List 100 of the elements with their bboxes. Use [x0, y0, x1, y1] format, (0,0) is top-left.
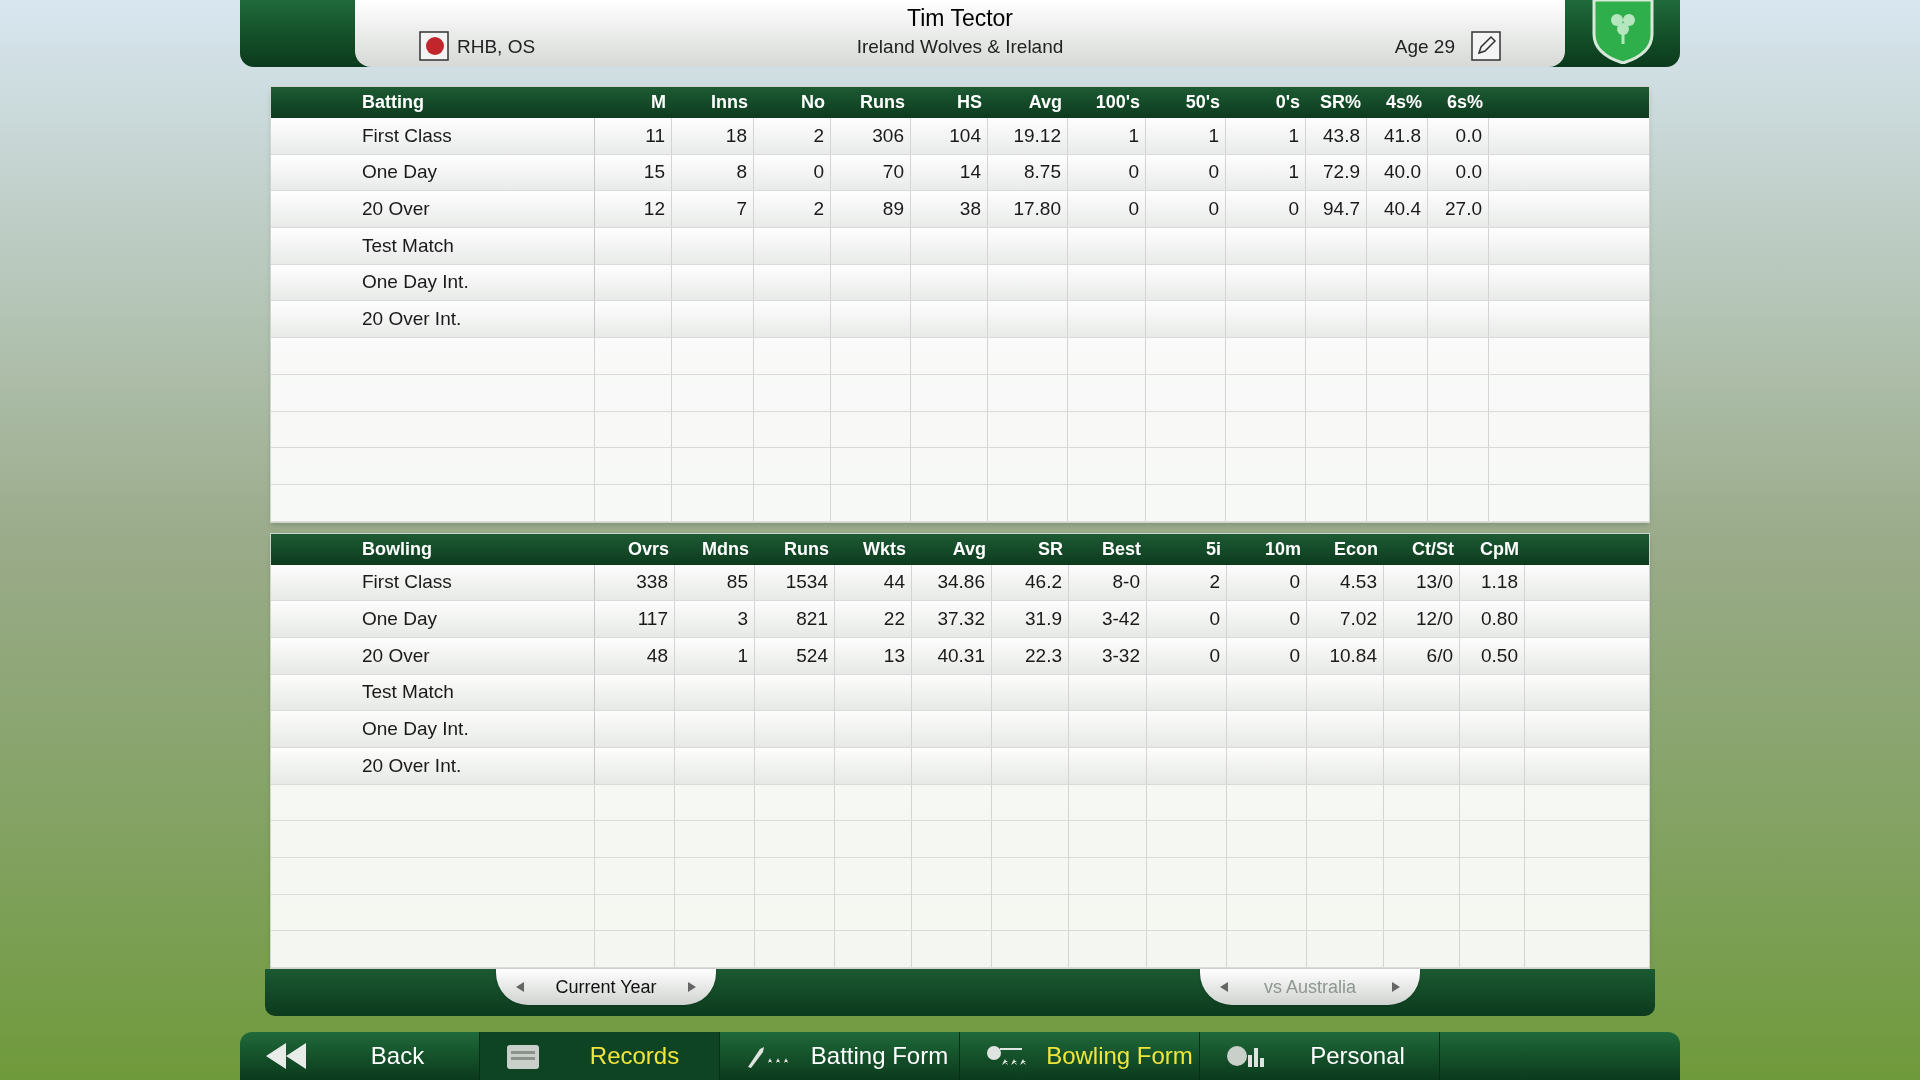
table-cell-text: 1 [1128, 123, 1139, 148]
right-arrow-icon[interactable] [688, 982, 696, 993]
column-header: SR [1037, 537, 1064, 561]
column-header: Best [1101, 537, 1142, 561]
selector-label: vs Australia [1263, 975, 1356, 999]
column-header: Ct/St [1411, 537, 1455, 561]
table-cell-text: 1534 [785, 570, 828, 595]
table-cell-text: 0 [1208, 160, 1219, 185]
row-label: One Day Int. [271, 711, 595, 747]
table-cell-text: 0.0 [1455, 123, 1482, 148]
table-cell-text: 14 [959, 160, 981, 185]
table-cell-text: 306 [872, 123, 904, 148]
column-header: Batting [361, 91, 425, 114]
column-header: Wkts [862, 537, 907, 561]
table-cell-text: 38 [959, 196, 981, 221]
table-cell-text: 94.7 [1323, 196, 1360, 221]
table-cell-text: 13/0 [1416, 570, 1453, 595]
table-cell-text: 6/0 [1426, 643, 1453, 668]
table-cell-text: 2 [813, 196, 824, 221]
table-cell-text: 0.0 [1455, 160, 1482, 185]
table-cell-text: 0 [1288, 196, 1299, 221]
table-cell-text: 34.86 [937, 570, 985, 595]
table-cell-text: 27.0 [1445, 196, 1482, 221]
column-header: 6s% [1445, 91, 1484, 114]
table-cell-text: 7.02 [1340, 606, 1377, 631]
table-cell-text: 1 [1288, 123, 1299, 148]
nav-tab[interactable]: Records [480, 1032, 720, 1080]
table-cell-text: 0 [1128, 196, 1139, 221]
column-header: 0's [1274, 91, 1301, 114]
table-cell-text: 0.80 [1481, 606, 1518, 631]
age-text: Age 29 [1394, 34, 1455, 59]
table-cell-text: 46.2 [1025, 570, 1062, 595]
nav-tab[interactable]: Back [240, 1032, 480, 1080]
table-cell-text: 1 [737, 643, 748, 668]
table-cell-text: 0 [1209, 606, 1220, 631]
shamrock-shield-icon [1591, 0, 1654, 64]
row-label: 20 Over [271, 191, 595, 228]
table-cell-text: 13 [883, 643, 905, 668]
table-cell-text: 10.84 [1329, 643, 1377, 668]
column-header: Inns [710, 91, 749, 114]
table-cell-text: 72.9 [1323, 160, 1360, 185]
table-cell-text: 0 [1209, 643, 1220, 668]
table-cell-text: 22.3 [1025, 643, 1062, 668]
nav-tab[interactable]: Bowling Form [960, 1032, 1200, 1080]
column-header: Runs [783, 537, 830, 561]
column-header: Ovrs [626, 537, 670, 561]
handedness-text: RHB, OS [457, 34, 536, 59]
table-cell-text: 1.18 [1481, 570, 1518, 595]
table-cell-text: 48 [646, 643, 668, 668]
table-cell-text: 2 [1209, 570, 1220, 595]
table-cell-text: 0 [1128, 160, 1139, 185]
column-header: 100's [1094, 91, 1141, 114]
nav-tab[interactable]: Batting Form [720, 1032, 960, 1080]
row-label: First Class [271, 564, 595, 601]
table-cell-text: 0.50 [1481, 643, 1518, 668]
table-cell-text: 8-0 [1112, 570, 1140, 595]
table-cell-text: 15 [643, 160, 665, 185]
table-cell-text: 22 [883, 606, 905, 631]
column-header: Runs [859, 91, 906, 114]
nav-tab[interactable]: Personal [1200, 1032, 1440, 1080]
folder-icon [506, 1042, 540, 1070]
selector-label: Current Year [555, 975, 657, 999]
table-cell-text: 85 [726, 570, 748, 595]
table-cell-text: 1 [1208, 123, 1219, 148]
row-label: 20 Over Int. [271, 748, 595, 784]
table-cell-text: 40.0 [1384, 160, 1421, 185]
table-cell-text: 3-32 [1101, 643, 1140, 668]
column-header: Mdns [701, 537, 750, 561]
row-label: 20 Over [271, 637, 595, 674]
table-cell-text: 821 [796, 606, 828, 631]
column-header: Avg [1027, 91, 1063, 114]
table-cell-text: 4.53 [1340, 570, 1377, 595]
table-cell-text: 40.31 [937, 643, 985, 668]
left-arrow-icon[interactable] [516, 982, 524, 993]
table-cell-text: 41.8 [1384, 123, 1421, 148]
column-header: HS [956, 91, 983, 114]
table-cell-text: 18 [725, 123, 747, 148]
table-cell-text: 11 [645, 123, 665, 148]
column-header: M [650, 91, 667, 114]
table-cell-text: 338 [636, 570, 668, 595]
table-cell-text: 1 [1288, 160, 1299, 185]
globe-chart-icon [1226, 1043, 1266, 1069]
column-header: Avg [951, 537, 987, 561]
edit-pencil-icon[interactable] [1471, 31, 1501, 61]
table-cell-text: 89 [882, 196, 904, 221]
table-cell-text: 0 [1289, 570, 1300, 595]
table-cell-text: 44 [883, 570, 905, 595]
row-label: One Day Int. [271, 264, 595, 301]
column-header: Bowling [361, 537, 433, 561]
double-arrow-left-icon [266, 1043, 306, 1069]
column-header: CpM [1479, 537, 1520, 561]
table-cell-text: 12/0 [1416, 606, 1453, 631]
table-cell-text: 0 [813, 160, 824, 185]
selector-tab[interactable]: Current Year [496, 969, 716, 1006]
row-label: First Class [271, 118, 595, 154]
table-cell-text: 0 [1208, 196, 1219, 221]
table-cell-text: 0 [1289, 606, 1300, 631]
table-cell-text: 3 [737, 606, 748, 631]
column-header: 10m [1263, 537, 1302, 561]
table-cell-text: 37.32 [937, 606, 985, 631]
